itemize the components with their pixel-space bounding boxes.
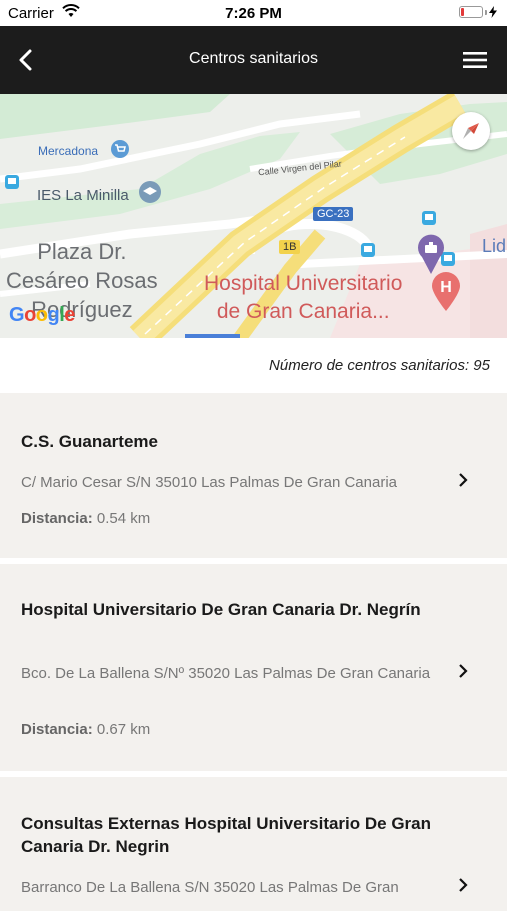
center-distance: Distancia: 0.54 km bbox=[21, 510, 150, 527]
status-bar: Carrier 7:26 PM bbox=[0, 0, 507, 26]
center-address: C/ Mario Cesar S/N 35010 Las Palmas De G… bbox=[21, 474, 397, 491]
chevron-right-icon bbox=[459, 473, 468, 487]
mercadona-label: Mercadona bbox=[38, 144, 99, 158]
center-address: Barranco De La Ballena S/N 35020 Las Pal… bbox=[21, 879, 399, 896]
list-item[interactable]: C.S. Guanarteme C/ Mario Cesar S/N 35010… bbox=[0, 393, 507, 564]
bus-stop-icon bbox=[5, 175, 19, 189]
road-shield: GC-23 bbox=[313, 207, 354, 221]
list-item[interactable]: Hospital Universitario De Gran Canaria D… bbox=[0, 564, 507, 777]
page-title: Centros sanitarios bbox=[189, 50, 318, 67]
charging-bolt-icon bbox=[489, 6, 497, 18]
compass-icon bbox=[463, 123, 479, 139]
hospital-pin-icon: H bbox=[432, 272, 460, 311]
clock: 7:26 PM bbox=[225, 5, 282, 22]
map-view[interactable]: Mercadona IES La Minilla Calle Virgen de… bbox=[0, 94, 507, 338]
center-name: Consultas Externas Hospital Universitari… bbox=[21, 814, 432, 856]
hamburger-menu-icon bbox=[463, 52, 487, 68]
center-name: C.S. Guanarteme bbox=[21, 432, 158, 451]
menu-button[interactable] bbox=[463, 50, 487, 70]
svg-text:H: H bbox=[440, 279, 452, 296]
chevron-right-icon bbox=[459, 664, 468, 678]
battery-icon bbox=[459, 6, 497, 18]
bus-stop-icon bbox=[361, 243, 375, 257]
school-icon bbox=[139, 181, 161, 203]
lidl-label: Lid bbox=[482, 236, 507, 256]
distance-value: 0.54 km bbox=[96, 510, 151, 527]
distance-label: Distancia: bbox=[21, 721, 93, 738]
exit-shield: 1B bbox=[279, 240, 301, 254]
results-count: Número de centros sanitarios: 95 bbox=[269, 357, 490, 374]
distance-value: 0.67 km bbox=[96, 721, 151, 738]
health-center-list: C.S. Guanarteme C/ Mario Cesar S/N 35010… bbox=[0, 393, 507, 917]
results-count-bar: Número de centros sanitarios: 95 bbox=[0, 338, 507, 393]
center-distance: Distancia: 0.67 km bbox=[21, 721, 150, 738]
center-name: Hospital Universitario De Gran Canaria D… bbox=[21, 600, 421, 619]
hospital-label: Hospital Universitario de Gran Canaria..… bbox=[204, 272, 403, 323]
google-logo: Google bbox=[9, 304, 75, 326]
nav-bar: Centros sanitarios bbox=[0, 26, 507, 94]
chevron-right-icon bbox=[459, 878, 468, 892]
shopping-cart-icon bbox=[111, 140, 129, 158]
ies-label: IES La Minilla bbox=[37, 187, 129, 204]
compass-button[interactable] bbox=[452, 112, 490, 150]
bus-stop-icon bbox=[422, 211, 436, 225]
list-item[interactable]: Consultas Externas Hospital Universitari… bbox=[0, 777, 507, 917]
location-marker-icon[interactable] bbox=[416, 231, 446, 275]
center-address: Bco. De La Ballena S/Nº 35020 Las Palmas… bbox=[21, 665, 431, 682]
distance-label: Distancia: bbox=[21, 510, 93, 527]
